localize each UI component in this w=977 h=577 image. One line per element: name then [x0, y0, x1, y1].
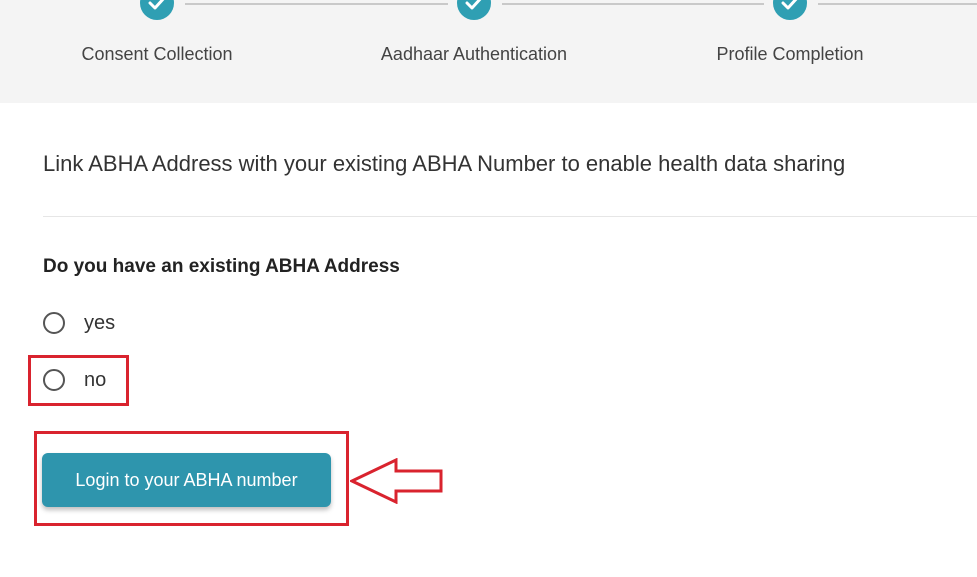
intro-text: Link ABHA Address with your existing ABH…: [43, 151, 846, 176]
login-abha-number-button[interactable]: Login to your ABHA number: [42, 453, 331, 507]
progress-stepper: Consent Collection Aadhaar Authenticatio…: [0, 0, 977, 103]
step-complete-check-icon: [773, 0, 807, 20]
step-connector: [185, 3, 448, 5]
annotation-highlight-no: [28, 355, 129, 406]
question-label: Do you have an existing ABHA Address: [43, 256, 400, 277]
step-label-aadhaar-authentication: Aadhaar Authentication: [380, 44, 568, 64]
step-complete-check-icon: [140, 0, 174, 20]
step-complete-check-icon: [457, 0, 491, 20]
page: Consent Collection Aadhaar Authenticatio…: [0, 0, 977, 577]
radio-option-yes[interactable]: yes: [43, 309, 115, 337]
step-connector: [502, 3, 764, 5]
step-label-profile-completion: Profile Completion: [716, 44, 864, 64]
divider: [43, 216, 977, 217]
arrow-left-icon: [350, 458, 443, 504]
radio-button-yes[interactable]: [43, 312, 65, 334]
step-connector: [818, 3, 977, 5]
radio-label-yes: yes: [84, 311, 116, 334]
step-label-consent-collection: Consent Collection: [81, 44, 233, 64]
